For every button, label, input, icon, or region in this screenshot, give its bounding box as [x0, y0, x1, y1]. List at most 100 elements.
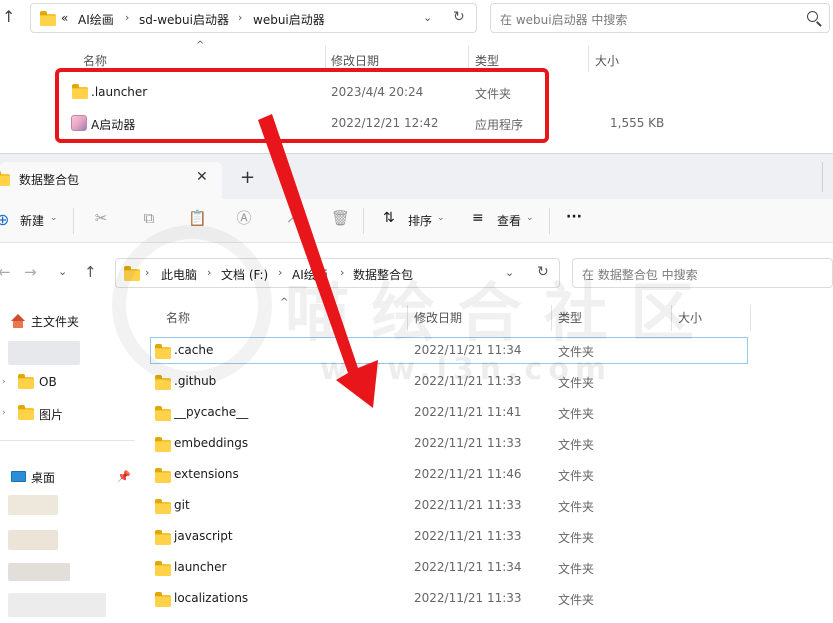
column-header-date[interactable]: 修改日期 [331, 52, 379, 69]
back-search-box[interactable]: 在 webui启动器 中搜索 [490, 3, 830, 33]
rename-icon[interactable]: Ⓐ [235, 209, 253, 227]
copy-icon[interactable]: ⧉ [140, 209, 158, 227]
watermark-logo [112, 225, 272, 385]
column-header-size[interactable]: 大小 [678, 309, 702, 326]
file-type: 文件夹 [558, 469, 595, 483]
sidebar-item-label: 图片 [39, 408, 64, 422]
new-button[interactable]: 新建 [20, 212, 44, 229]
red-highlight-box [55, 68, 549, 143]
up-arrow-icon[interactable]: ↑ [84, 263, 97, 281]
share-icon[interactable]: ↗ [283, 209, 301, 227]
breadcrumb-item[interactable]: 数据整合包 [353, 266, 413, 283]
column-header-name[interactable]: 名称 [83, 52, 107, 69]
chevron-down-icon[interactable]: ⌄ [423, 11, 432, 24]
file-date: 2022/11/21 11:33 [414, 498, 522, 512]
folder-icon [155, 530, 171, 545]
file-name: launcher [174, 560, 227, 574]
search-icon[interactable] [807, 11, 818, 22]
folder-icon [18, 405, 34, 420]
folder-icon [0, 171, 10, 186]
folder-icon [155, 437, 171, 452]
sidebar-item-label: 主文件夹 [31, 315, 80, 329]
breadcrumb-separator-icon: › [340, 266, 345, 279]
search-placeholder: 在 webui启动器 中搜索 [500, 13, 628, 27]
file-name: javascript [174, 529, 233, 543]
up-arrow-icon[interactable]: ↑ [2, 8, 18, 26]
back-address-bar[interactable]: « AI绘画 › sd-webui启动器 › webui启动器 ⌄ ↻ [30, 3, 477, 33]
forward-arrow-icon[interactable]: → [24, 263, 37, 281]
front-search-box[interactable]: 在 数据整合包 中搜索 [572, 258, 833, 288]
breadcrumb-separator-icon: › [125, 11, 130, 24]
folder-icon [155, 406, 171, 421]
toolbar-divider [73, 208, 74, 234]
file-type: 文件夹 [558, 438, 595, 452]
screenshot-root: ↑ « AI绘画 › sd-webui启动器 › webui启动器 ⌄ ↻ 在 … [0, 0, 833, 623]
sort-icon[interactable]: ⇅ [383, 210, 395, 226]
breadcrumb-overflow[interactable]: « [61, 11, 68, 25]
new-tab-icon[interactable]: + [240, 167, 255, 188]
column-divider[interactable] [588, 46, 589, 72]
chevron-down-icon[interactable]: ⌄ [526, 213, 534, 223]
tab-title: 数据整合包 [19, 173, 80, 187]
back-nav-bar: ↑ « AI绘画 › sd-webui启动器 › webui启动器 ⌄ ↻ 在 … [0, 0, 833, 38]
sidebar-item-label: OB [39, 375, 57, 389]
home-icon [10, 314, 26, 328]
breadcrumb-separator-icon: › [278, 266, 283, 279]
column-header-date[interactable]: 修改日期 [414, 309, 462, 326]
column-divider[interactable] [407, 305, 408, 331]
recent-chevron-icon[interactable]: ⌄ [58, 265, 67, 278]
blurred-item [8, 341, 80, 365]
pin-icon[interactable]: 📌 [117, 470, 131, 483]
view-icon[interactable]: ≡ [472, 210, 484, 226]
blurred-item [8, 593, 106, 617]
toolbar-divider [363, 208, 364, 234]
search-placeholder: 在 数据整合包 中搜索 [582, 268, 698, 282]
back-arrow-icon[interactable]: ← [0, 263, 11, 281]
tab-divider [822, 162, 823, 192]
breadcrumb-item[interactable]: sd-webui启动器 [139, 11, 229, 28]
file-type: 文件夹 [558, 500, 595, 514]
watermark-url: www.l3n.com [320, 352, 613, 387]
delete-icon[interactable]: 🗑 [331, 209, 350, 227]
sort-up-icon: ^ [196, 40, 205, 51]
close-icon[interactable]: ✕ [196, 169, 208, 185]
refresh-icon[interactable]: ↻ [453, 9, 465, 25]
breadcrumb-item[interactable]: AI绘画 [78, 11, 114, 28]
blurred-item [8, 495, 58, 515]
toolbar-divider [549, 208, 550, 234]
column-header-size[interactable]: 大小 [595, 52, 619, 69]
column-header-type[interactable]: 类型 [475, 52, 499, 69]
chevron-right-icon[interactable]: › [2, 377, 6, 387]
view-button[interactable]: 查看 [497, 212, 521, 229]
breadcrumb-item[interactable]: AI绘画 [292, 266, 328, 283]
file-date: 2022/11/21 11:41 [414, 405, 522, 419]
file-type: 文件夹 [558, 562, 595, 576]
new-plus-icon[interactable]: ⊕ [0, 210, 9, 229]
blurred-item [8, 530, 58, 550]
cut-icon[interactable]: ✂ [92, 209, 110, 227]
sort-up-icon: ^ [280, 297, 289, 308]
file-date: 2022/11/21 11:34 [414, 560, 522, 574]
navigation-pane: 主文件夹 › OB › 图片 桌面 📌 [0, 305, 140, 623]
folder-icon [155, 499, 171, 514]
chevron-down-icon[interactable]: ⌄ [50, 213, 58, 223]
chevron-down-icon[interactable]: ⌄ [437, 213, 445, 223]
column-header-type[interactable]: 类型 [558, 309, 582, 326]
refresh-icon[interactable]: ↻ [537, 264, 549, 280]
back-explorer-window: ↑ « AI绘画 › sd-webui启动器 › webui启动器 ⌄ ↻ 在 … [0, 0, 833, 153]
file-size: 1,555 KB [610, 116, 665, 130]
column-divider[interactable] [750, 305, 751, 331]
tab-active[interactable]: 数据整合包 ✕ [0, 162, 222, 200]
chevron-down-icon[interactable]: ⌄ [505, 266, 514, 279]
breadcrumb-item[interactable]: webui启动器 [253, 11, 325, 28]
file-date: 2022/11/21 11:33 [414, 529, 522, 543]
more-options-button[interactable]: ··· [566, 209, 582, 225]
command-bar: ⊕ 新建 ⌄ ✂ ⧉ 📋 Ⓐ ↗ 🗑 ⇅ 排序 ⌄ ≡ 查看 ⌄ ··· [0, 199, 833, 243]
folder-icon [155, 592, 171, 607]
file-type: 文件夹 [558, 407, 595, 421]
sort-button[interactable]: 排序 [408, 212, 432, 229]
column-divider[interactable] [671, 305, 672, 331]
chevron-right-icon[interactable]: › [2, 408, 6, 418]
column-divider[interactable] [551, 305, 552, 331]
blurred-item [8, 563, 70, 581]
